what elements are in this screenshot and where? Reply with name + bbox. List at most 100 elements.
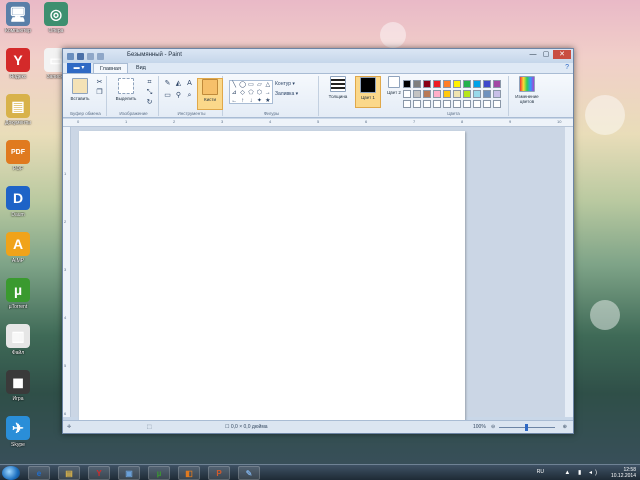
palette-swatch[interactable] [463,90,471,98]
shape-option[interactable]: → [264,89,272,97]
shape-option[interactable]: ╲ [230,81,238,89]
palette-swatch[interactable] [473,90,481,98]
taskbar-ie-icon[interactable]: e [28,466,50,480]
rotate-icon[interactable]: ↻ [145,99,154,107]
save-icon[interactable] [77,52,84,60]
palette-swatch[interactable] [493,80,501,88]
minimize-button[interactable]: — [527,50,539,59]
desktop-icon-file[interactable]: ▥ Файл [0,324,38,370]
palette-swatch[interactable] [463,80,471,88]
palette-swatch[interactable] [423,80,431,88]
undo-icon[interactable] [87,52,94,60]
palette-swatch[interactable] [443,90,451,98]
shapes-gallery[interactable]: ╲ ◯ ▭ ▱ △ ⊿ ◇ ⬠ ⬡ → ← ↑ ↓ ✦ ★ [229,80,273,104]
outline-dropdown[interactable]: Контур ▾ [275,80,315,88]
palette-swatch-empty[interactable] [493,100,501,108]
palette-swatch[interactable] [433,80,441,88]
palette-swatch-empty[interactable] [483,100,491,108]
maximize-button[interactable]: ▢ [540,50,552,59]
palette-swatch-empty[interactable] [473,100,481,108]
palette-swatch[interactable] [483,90,491,98]
crop-icon[interactable]: ⌗ [145,79,154,87]
fill-bucket-icon[interactable]: ◭ [174,80,183,88]
shape-option[interactable]: ▱ [255,81,263,89]
copy-icon[interactable]: ❐ [95,89,104,97]
zoom-slider-handle[interactable] [525,424,528,431]
select-button[interactable]: Выделить [113,78,139,101]
palette-swatch-empty[interactable] [433,100,441,108]
taskbar-yandex-icon[interactable]: Y [88,466,110,480]
zoom-in-button[interactable]: ⊕ [563,424,567,430]
start-button[interactable] [2,466,20,480]
desktop-icon-computer[interactable]: 🖥 Компьютер [0,2,38,48]
desktop-icon-aimp[interactable]: A AIMP [0,232,38,278]
title-bar[interactable]: Безымянный - Paint — ▢ ✕ [63,49,573,63]
palette-swatch[interactable] [403,90,411,98]
desktop-icon-yandex[interactable]: Y Яндекс [0,48,38,94]
shape-option[interactable]: ✦ [255,97,263,105]
tab-view[interactable]: Вид [130,63,152,73]
file-menu-button[interactable]: ▬ ▾ [67,63,91,73]
color-picker-icon[interactable]: ⚲ [174,92,183,100]
taskbar-powerpoint-icon[interactable]: P [208,466,230,480]
taskbar-explorer-icon[interactable]: ▤ [58,466,80,480]
language-indicator[interactable]: RU [537,469,544,475]
shape-option[interactable]: ◯ [238,81,246,89]
palette-swatch[interactable] [423,90,431,98]
palette-swatch-empty[interactable] [453,100,461,108]
palette-swatch[interactable] [403,80,411,88]
clock[interactable]: 12:58 10.12.2014 [611,467,636,479]
palette-swatch[interactable] [453,80,461,88]
vertical-scrollbar[interactable] [565,127,573,417]
resize-icon[interactable]: ⤡ [145,89,154,97]
pencil-icon[interactable]: ✎ [163,80,172,88]
shape-option[interactable]: ↓ [247,97,255,105]
zoom-slider[interactable] [499,424,555,431]
shape-option[interactable]: ↑ [238,97,246,105]
color1-button[interactable]: Цвет 1 [355,76,381,108]
redo-icon[interactable] [97,52,104,60]
cut-icon[interactable]: ✂ [95,79,104,87]
close-button[interactable]: ✕ [553,50,571,59]
shape-option[interactable]: ⬠ [247,89,255,97]
shape-option[interactable]: ⊿ [230,89,238,97]
shape-option[interactable]: △ [264,81,272,89]
taskbar-app-icon[interactable]: ▣ [118,466,140,480]
tray-icons[interactable]: ▲ ▮ ◂) [564,469,600,476]
shape-option[interactable]: ← [230,97,238,105]
shape-option[interactable]: ★ [264,97,272,105]
desktop-icon-daum[interactable]: D Daum [0,186,38,232]
fill-dropdown[interactable]: Заливка ▾ [275,90,315,98]
magnifier-icon[interactable]: ⌕ [185,92,194,100]
desktop-icon-pdf[interactable]: PDF PDF [0,140,38,186]
desktop-icon-documents[interactable]: ▤ Документы [0,94,38,140]
paint-app-icon[interactable] [67,52,74,60]
taskbar-paint-icon[interactable]: ✎ [238,466,260,480]
shape-option[interactable]: ▭ [247,81,255,89]
text-icon[interactable]: A [185,80,194,88]
palette-swatch-empty[interactable] [443,100,451,108]
palette-swatch[interactable] [443,80,451,88]
palette-swatch-empty[interactable] [463,100,471,108]
desktop-icon-utorrent[interactable]: µ µTorrent [0,278,38,324]
zoom-out-button[interactable]: ⊖ [491,424,495,430]
desktop-icon-game[interactable]: ◼ Игра [0,370,38,416]
tab-home[interactable]: Главная [93,63,128,73]
taskbar-utorrent-icon[interactable]: µ [148,466,170,480]
size-button[interactable]: Толщина [325,76,351,99]
drawing-canvas[interactable] [79,131,465,421]
paste-button[interactable]: Вставить [67,78,93,101]
eraser-icon[interactable]: ▭ [163,92,172,100]
palette-swatch[interactable] [433,90,441,98]
palette-swatch[interactable] [453,90,461,98]
edit-colors-button[interactable]: Изменение цветов [511,76,543,104]
palette-swatch[interactable] [483,80,491,88]
brushes-button[interactable]: Кисти [197,78,223,110]
shape-option[interactable]: ◇ [238,89,246,97]
palette-swatch[interactable] [493,90,501,98]
taskbar-pdf-icon[interactable]: ◧ [178,466,200,480]
desktop-icon-skype[interactable]: ✈ Skype [0,416,38,462]
palette-swatch[interactable] [413,90,421,98]
help-icon[interactable]: ? [565,64,569,71]
palette-swatch-empty[interactable] [403,100,411,108]
